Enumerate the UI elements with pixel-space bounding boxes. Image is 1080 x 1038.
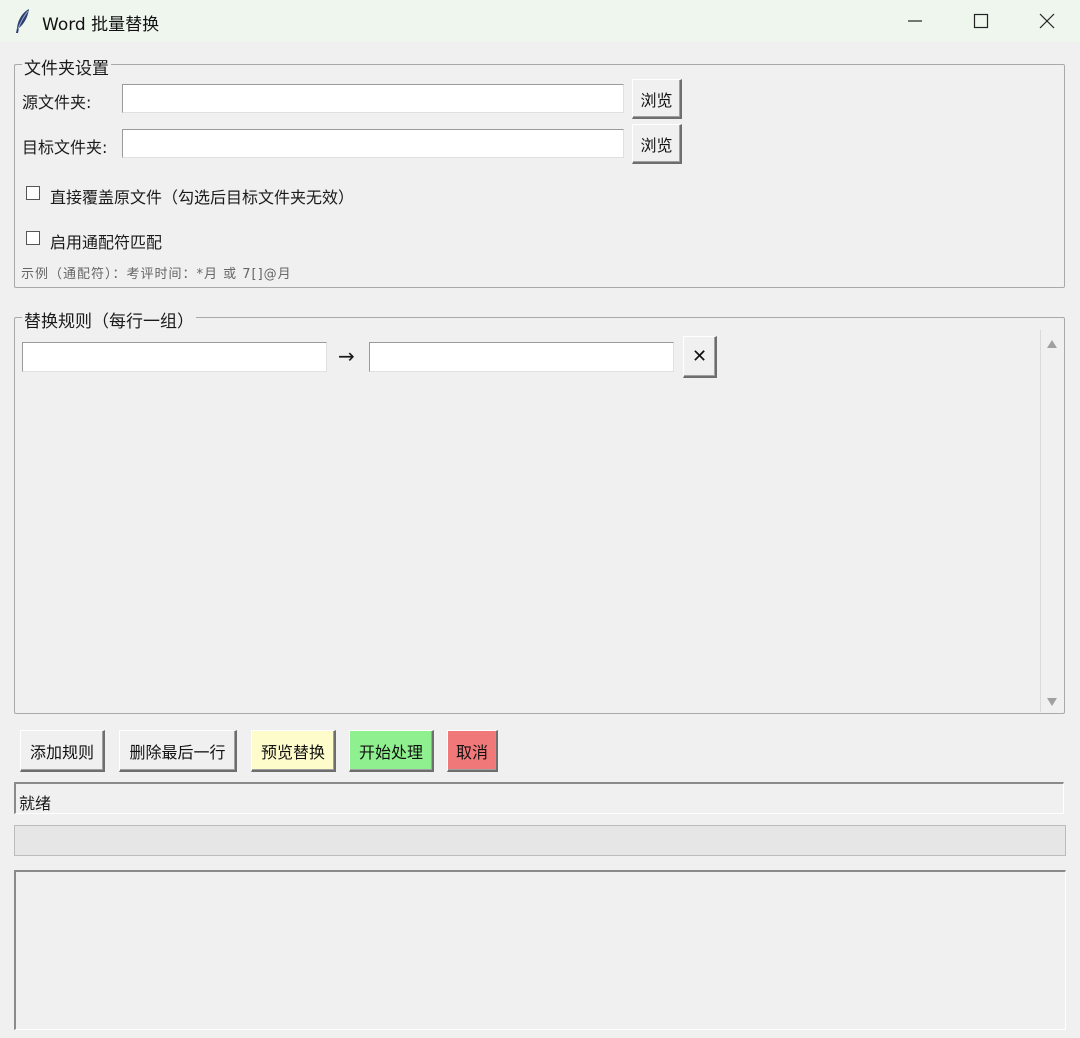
wildcard-checkbox[interactable] — [26, 231, 40, 245]
folder-settings-label: 文件夹设置 — [22, 54, 111, 79]
rule-replace-input[interactable] — [369, 342, 674, 372]
status-text: 就绪 — [19, 794, 52, 813]
scroll-down-icon[interactable] — [1047, 698, 1057, 706]
rule-find-input[interactable] — [22, 342, 327, 372]
target-folder-label: 目标文件夹: — [22, 138, 108, 157]
overwrite-checkbox[interactable] — [26, 186, 40, 200]
source-browse-button[interactable]: 浏览 — [632, 79, 682, 119]
close-icon — [1039, 13, 1055, 29]
preview-button[interactable]: 预览替换 — [251, 730, 336, 772]
cancel-label: 取消 — [455, 742, 488, 762]
status-bar: 就绪 — [14, 782, 1064, 814]
source-folder-input[interactable] — [122, 84, 624, 113]
progress-bar — [14, 825, 1066, 856]
add-rule-button[interactable]: 添加规则 — [20, 730, 105, 772]
add-rule-label: 添加规则 — [29, 742, 94, 762]
cancel-button[interactable]: 取消 — [447, 730, 498, 772]
maximize-button[interactable] — [948, 0, 1014, 42]
close-button[interactable] — [1014, 0, 1080, 42]
rules-scrollbar[interactable] — [1040, 330, 1063, 712]
source-folder-label: 源文件夹: — [22, 93, 92, 112]
feather-icon — [13, 8, 33, 34]
wildcard-label[interactable]: 启用通配符匹配 — [50, 229, 162, 253]
target-folder-input[interactable] — [122, 129, 624, 158]
rules-group-label: 替换规则（每行一组） — [22, 307, 196, 332]
start-button[interactable]: 开始处理 — [349, 730, 434, 772]
delete-last-rule-label: 删除最后一行 — [129, 742, 226, 762]
delete-last-rule-button[interactable]: 删除最后一行 — [119, 730, 237, 772]
rule-arrow: → — [338, 344, 355, 368]
wildcard-hint: 示例（通配符）：考评时间：*月 或 7[]@月 — [21, 267, 292, 282]
rule-remove-button[interactable]: ✕ — [683, 336, 717, 378]
source-browse-label: 浏览 — [640, 90, 673, 110]
minimize-button[interactable] — [882, 0, 948, 42]
window-title: Word 批量替换 — [42, 15, 160, 35]
title-bar: Word 批量替换 — [0, 0, 1080, 42]
overwrite-label[interactable]: 直接覆盖原文件（勾选后目标文件夹无效） — [50, 184, 354, 208]
log-output[interactable] — [14, 870, 1066, 1030]
rules-group — [14, 317, 1065, 714]
start-label: 开始处理 — [358, 742, 423, 762]
target-browse-label: 浏览 — [640, 135, 673, 155]
remove-icon: ✕ — [691, 346, 708, 367]
minimize-icon — [908, 20, 922, 22]
scroll-up-icon[interactable] — [1047, 340, 1057, 348]
maximize-icon — [973, 13, 989, 29]
preview-label: 预览替换 — [260, 742, 325, 762]
target-browse-button[interactable]: 浏览 — [632, 124, 682, 164]
